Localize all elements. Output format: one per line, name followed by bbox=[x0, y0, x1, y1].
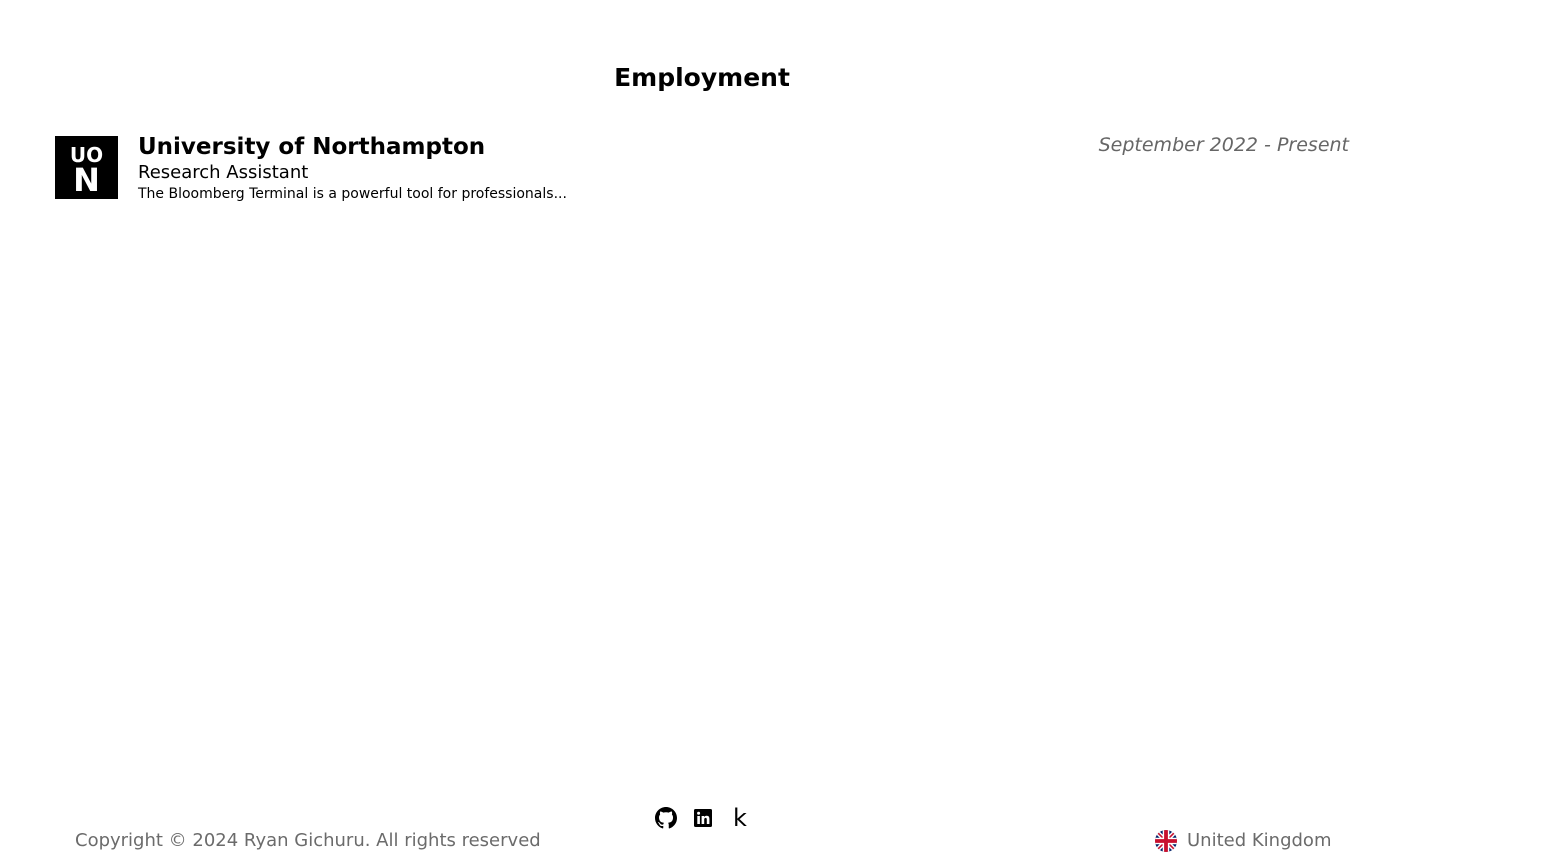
job-description: The Bloomberg Terminal is a powerful too… bbox=[138, 186, 567, 202]
social-links: k bbox=[654, 805, 765, 831]
job-title: Research Assistant bbox=[138, 162, 309, 183]
uk-flag-icon bbox=[1155, 830, 1177, 852]
locale-selector[interactable]: United Kingdom bbox=[1155, 828, 1331, 854]
kaggle-icon: k bbox=[733, 804, 747, 832]
company-name: University of Northampton bbox=[138, 134, 486, 160]
svg-text:N: N bbox=[73, 161, 100, 199]
locale-label: United Kingdom bbox=[1187, 830, 1332, 851]
linkedin-link[interactable] bbox=[691, 806, 715, 830]
kaggle-link[interactable]: k bbox=[728, 806, 752, 830]
github-icon bbox=[655, 807, 677, 829]
github-link[interactable] bbox=[654, 806, 678, 830]
uon-logo-icon: UO N bbox=[55, 136, 118, 199]
employment-date-range: September 2022 - Present bbox=[1098, 134, 1349, 156]
employment-item: UO N University of Northampton Research … bbox=[55, 132, 1355, 212]
footer-copyright: Copyright © 2024 Ryan Gichuru. All right… bbox=[75, 830, 541, 851]
page-title: Employment bbox=[614, 63, 790, 92]
linkedin-icon bbox=[693, 808, 713, 828]
